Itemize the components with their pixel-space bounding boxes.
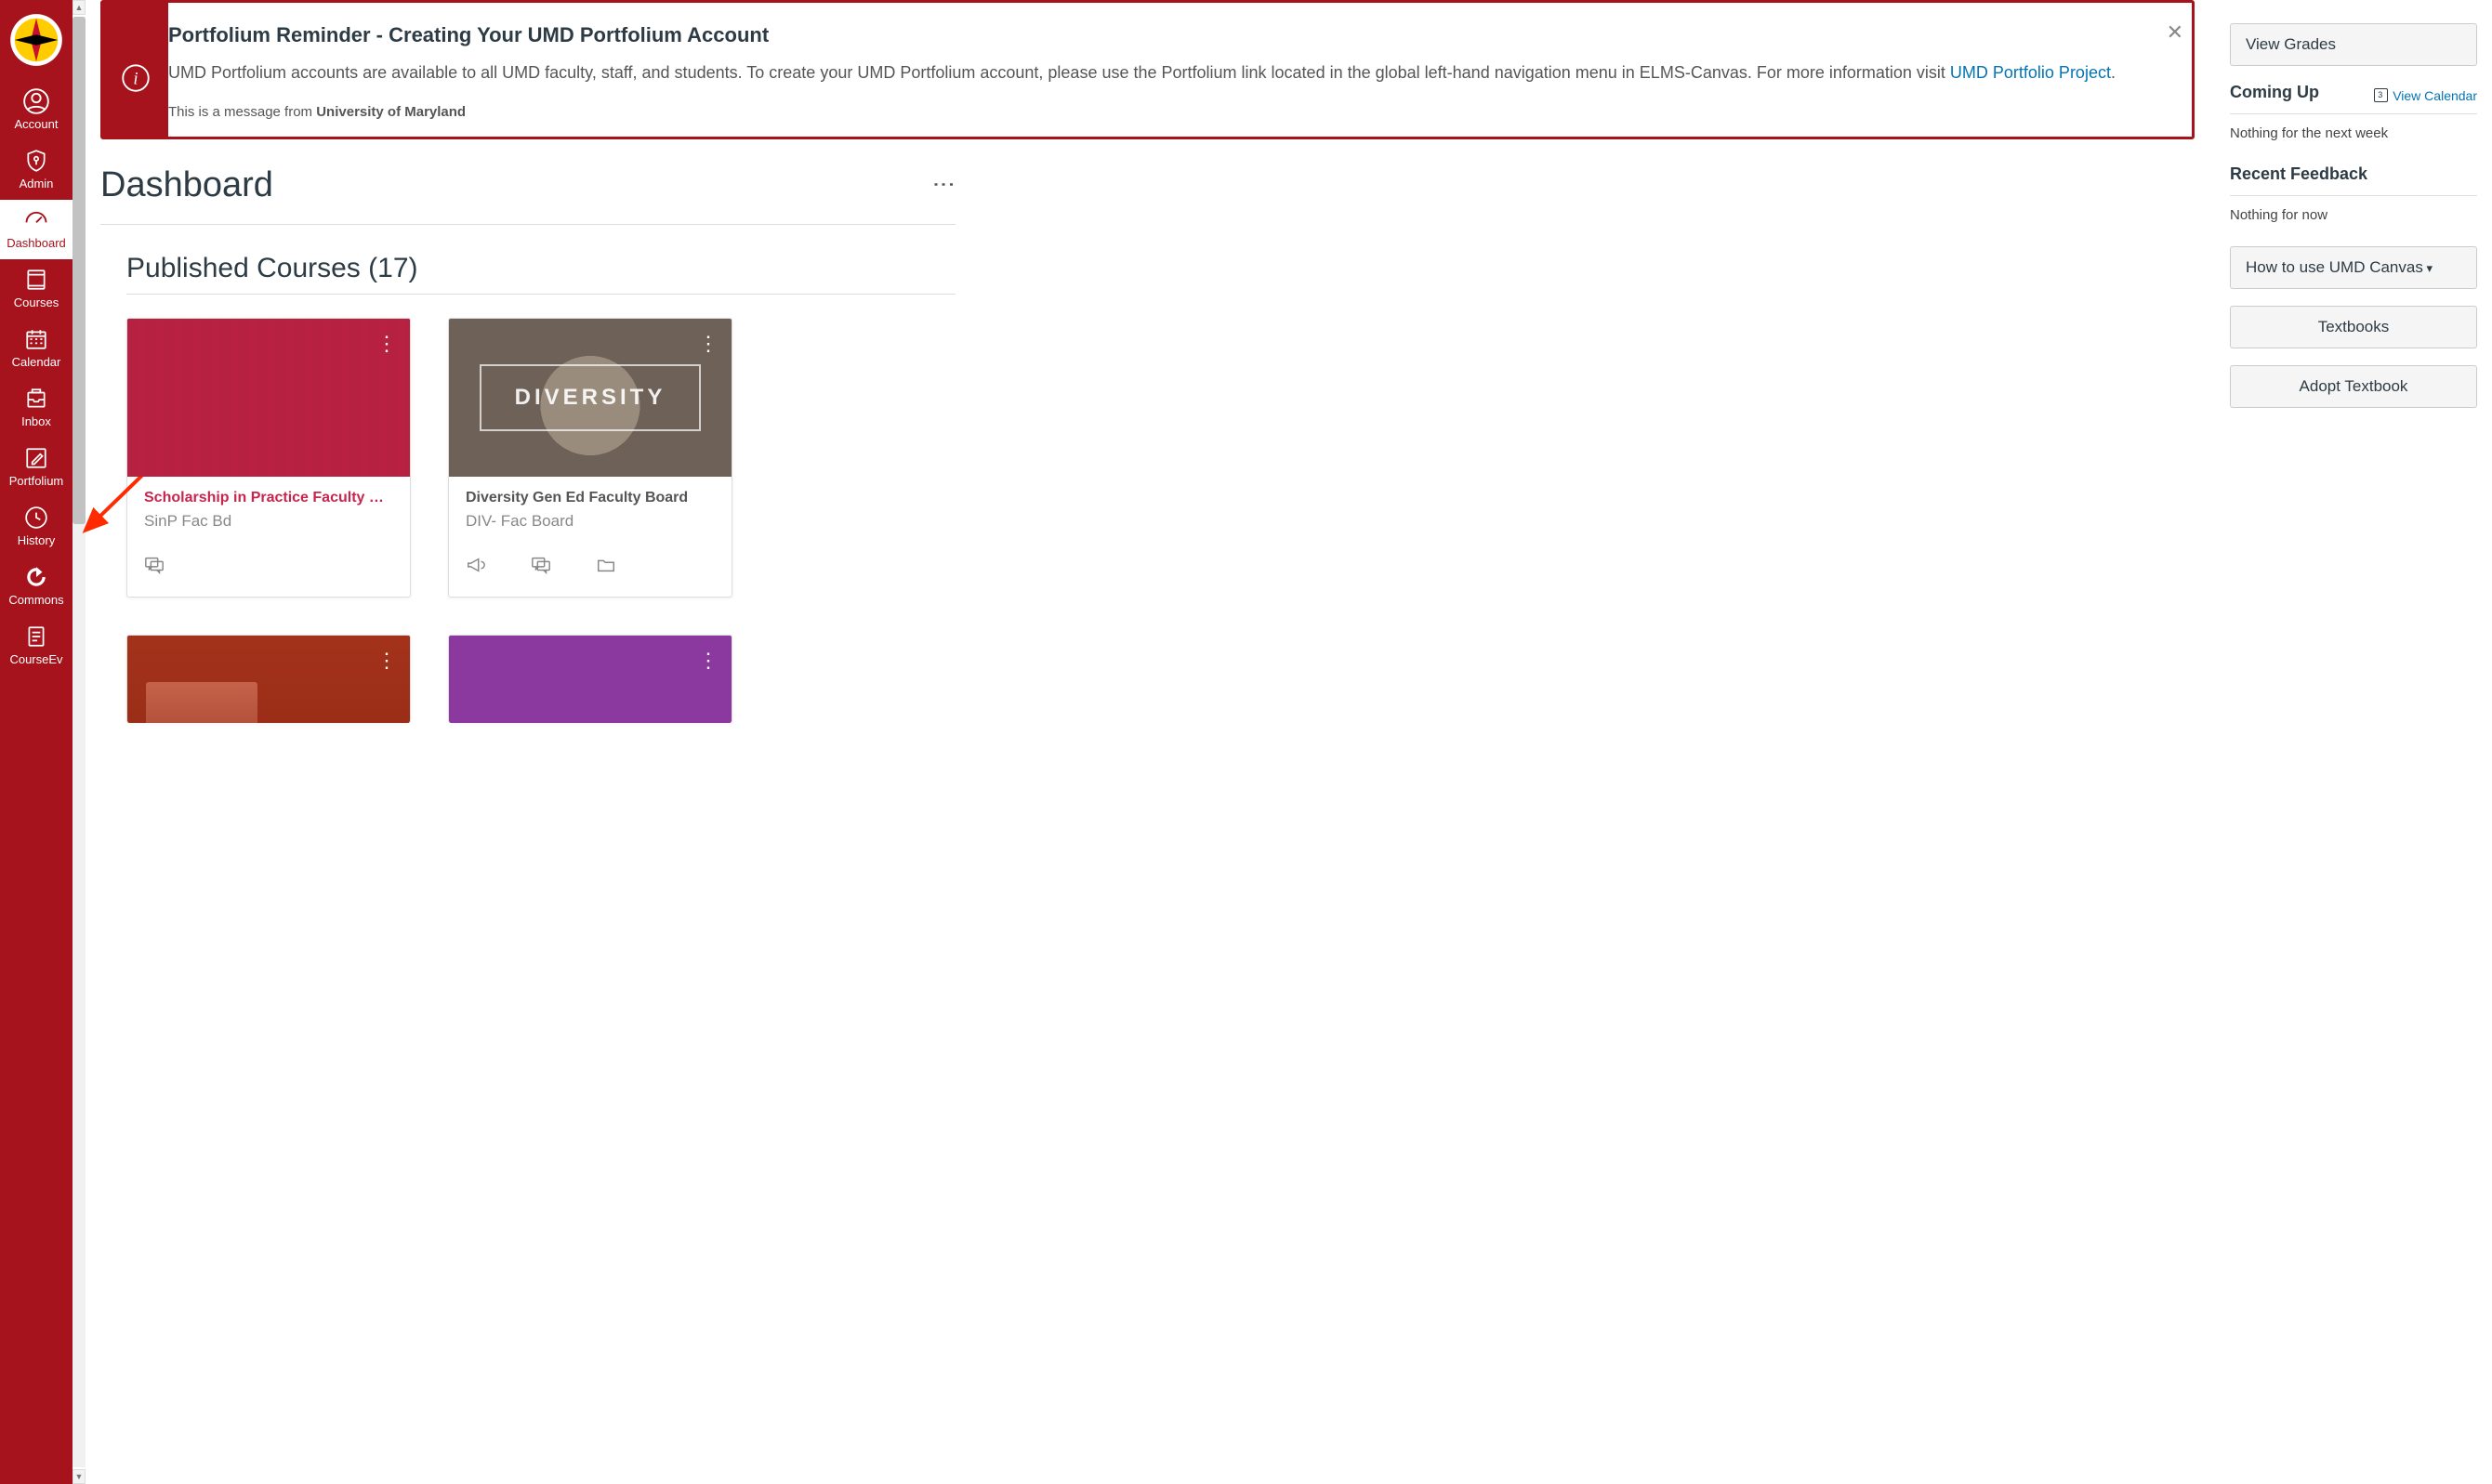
umd-logo xyxy=(9,13,63,67)
nav-calendar[interactable]: Calendar xyxy=(0,319,73,378)
shield-key-icon xyxy=(23,148,49,174)
course-card-title[interactable]: Diversity Gen Ed Faculty Board xyxy=(466,490,715,506)
course-card[interactable] xyxy=(126,635,411,723)
nav-label: Portfolium xyxy=(9,474,64,488)
course-card-subtitle: DIV- Fac Board xyxy=(466,512,715,531)
nav-commons[interactable]: Commons xyxy=(0,557,73,616)
info-icon: i xyxy=(122,64,150,97)
view-calendar-label: View Calendar xyxy=(2393,88,2477,103)
nav-label: Admin xyxy=(20,177,54,190)
nav-label: Calendar xyxy=(12,355,61,369)
dashboard-options-menu[interactable] xyxy=(930,174,957,198)
coming-up-heading: Coming Up xyxy=(2230,83,2319,102)
sidebar-scrollbar[interactable] xyxy=(73,17,86,1467)
book-icon xyxy=(23,267,49,293)
right-sidebar: View Grades Coming Up View Calendar Noth… xyxy=(2222,0,2492,1484)
card-options-menu[interactable] xyxy=(376,332,397,356)
notification-text-body: UMD Portfolium accounts are available to… xyxy=(168,63,1950,82)
how-to-dropdown[interactable]: How to use UMD Canvas xyxy=(2230,246,2477,289)
course-card-hero xyxy=(449,636,732,723)
course-card[interactable]: Scholarship in Practice Faculty Bo... Si… xyxy=(126,318,411,598)
nav-courses[interactable]: Courses xyxy=(0,259,73,319)
discussions-icon[interactable] xyxy=(531,555,551,580)
course-card-title[interactable]: Scholarship in Practice Faculty Bo... xyxy=(144,490,393,506)
nav-admin[interactable]: Admin xyxy=(0,140,73,200)
notification-title: Portfolium Reminder - Creating Your UMD … xyxy=(168,23,2141,47)
course-card[interactable] xyxy=(448,635,732,723)
coming-up-empty: Nothing for the next week xyxy=(2230,125,2477,141)
course-card[interactable]: Diversity Gen Ed Faculty Board DIV- Fac … xyxy=(448,318,732,598)
scroll-up-caret[interactable]: ▲ xyxy=(73,0,86,15)
nav-label: CourseEv xyxy=(9,652,62,666)
clock-icon xyxy=(23,505,49,531)
nav-portfolium[interactable]: Portfolium xyxy=(0,438,73,497)
inbox-icon xyxy=(23,386,49,412)
recent-feedback-heading: Recent Feedback xyxy=(2230,164,2367,184)
share-arrow-icon xyxy=(23,564,49,590)
notification-footer: This is a message from University of Mar… xyxy=(168,104,2141,120)
nav-account[interactable]: Account xyxy=(0,81,73,140)
announcements-icon[interactable] xyxy=(466,555,486,580)
published-courses-heading: Published Courses (17) xyxy=(126,253,956,284)
scroll-down-caret[interactable]: ▼ xyxy=(73,1469,86,1484)
course-card-subtitle: SinP Fac Bd xyxy=(144,512,393,531)
card-options-menu[interactable] xyxy=(376,649,397,673)
notification-link[interactable]: UMD Portfolio Project xyxy=(1950,63,2111,82)
textbooks-button[interactable]: Textbooks xyxy=(2230,306,2477,348)
nav-label: Account xyxy=(15,117,59,131)
global-nav: Account Admin Dashboard Courses Calendar… xyxy=(0,0,73,1484)
nav-label: Courses xyxy=(14,295,59,309)
notification-footer-prefix: This is a message from xyxy=(168,104,316,120)
close-icon[interactable]: ✕ xyxy=(2167,20,2183,45)
nav-label: History xyxy=(18,533,55,547)
divider xyxy=(100,224,956,225)
course-card-hero xyxy=(127,319,410,477)
nav-inbox[interactable]: Inbox xyxy=(0,378,73,438)
nav-label: Commons xyxy=(8,593,63,607)
view-calendar-link[interactable]: View Calendar xyxy=(2374,88,2477,103)
notification-period: . xyxy=(2111,63,2116,82)
notification-footer-source: University of Maryland xyxy=(316,104,466,120)
page-title: Dashboard xyxy=(100,165,273,205)
card-options-menu[interactable] xyxy=(698,332,719,356)
nav-courseev[interactable]: CourseEv xyxy=(0,616,73,676)
svg-text:i: i xyxy=(133,69,138,88)
course-card-hero xyxy=(449,319,732,477)
nav-history[interactable]: History xyxy=(0,497,73,557)
nav-dashboard[interactable]: Dashboard xyxy=(0,200,73,259)
user-circle-icon xyxy=(23,88,49,114)
nav-label: Inbox xyxy=(21,414,51,428)
pencil-square-icon xyxy=(23,445,49,471)
discussions-icon[interactable] xyxy=(144,555,165,580)
divider xyxy=(126,294,956,295)
course-card-hero xyxy=(127,636,410,723)
files-icon[interactable] xyxy=(596,555,616,580)
notification-banner: i Portfolium Reminder - Creating Your UM… xyxy=(100,0,2195,139)
document-lines-icon xyxy=(23,624,49,650)
speedometer-icon xyxy=(23,207,49,233)
recent-feedback-empty: Nothing for now xyxy=(2230,207,2477,223)
course-cards-grid: Scholarship in Practice Faculty Bo... Si… xyxy=(100,318,956,723)
calendar-icon xyxy=(23,326,49,352)
notification-text: UMD Portfolium accounts are available to… xyxy=(168,60,2141,85)
calendar-small-icon xyxy=(2374,88,2388,102)
nav-label: Dashboard xyxy=(7,236,66,250)
card-options-menu[interactable] xyxy=(698,649,719,673)
adopt-textbook-button[interactable]: Adopt Textbook xyxy=(2230,365,2477,408)
view-grades-button[interactable]: View Grades xyxy=(2230,23,2477,66)
